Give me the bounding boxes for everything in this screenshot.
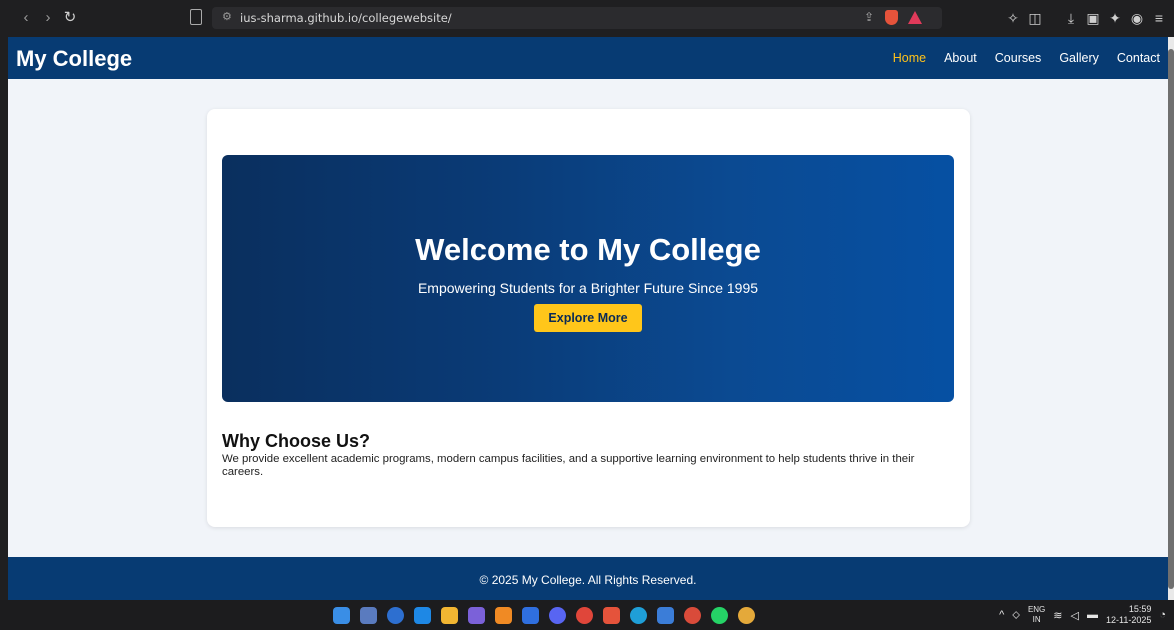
- lang-line2: IN: [1032, 615, 1041, 624]
- clock-time: 15:59: [1128, 604, 1152, 614]
- copilot-icon[interactable]: [468, 607, 485, 624]
- menu-icon[interactable]: ≡: [1150, 9, 1168, 27]
- chevron-up-icon[interactable]: ^: [999, 609, 1004, 621]
- discord-icon[interactable]: [549, 607, 566, 624]
- clock-date: 12-11-2025: [1105, 615, 1152, 625]
- scrollbar-thumb[interactable]: [1168, 49, 1174, 589]
- volume-icon[interactable]: ◁: [1071, 609, 1079, 622]
- why-choose-us-section: Why Choose Us? We provide excellent acad…: [222, 431, 952, 479]
- system-tray: ^ ⬦ ENG IN ≋ ◁ ▬ 15:59 12-11-2025 ◔: [999, 604, 1166, 626]
- site-header: My College Home About Courses Gallery Co…: [8, 37, 1168, 79]
- page-viewport: My College Home About Courses Gallery Co…: [8, 37, 1168, 600]
- url-text[interactable]: ius-sharma.github.io/collegewebsite/: [240, 11, 452, 25]
- address-bar[interactable]: ⚙ ius-sharma.github.io/collegewebsite/ ⇪: [212, 7, 942, 29]
- brave-rewards-icon[interactable]: [908, 11, 922, 24]
- chrome-icon[interactable]: [576, 607, 593, 624]
- nav-gallery[interactable]: Gallery: [1059, 51, 1099, 65]
- forward-icon[interactable]: ›: [40, 9, 56, 27]
- reload-icon[interactable]: ↻: [62, 9, 78, 27]
- extensions-icon[interactable]: ✧: [1004, 9, 1022, 27]
- dropbox-icon[interactable]: [522, 607, 539, 624]
- scrollbar[interactable]: [1168, 37, 1174, 600]
- language-indicator[interactable]: ENG IN: [1028, 605, 1045, 625]
- nav-contact[interactable]: Contact: [1117, 51, 1160, 65]
- battery-icon[interactable]: ▬: [1087, 609, 1098, 621]
- hero-subtitle: Empowering Students for a Brighter Futur…: [417, 280, 759, 296]
- taskbar-apps: [333, 607, 755, 624]
- brave-shields-icon[interactable]: [885, 10, 898, 25]
- chrome-dev-icon[interactable]: [738, 607, 755, 624]
- download-icon[interactable]: ⤓: [1062, 9, 1080, 27]
- chrome-canary-icon[interactable]: [684, 607, 701, 624]
- screenshot-icon[interactable]: ◫: [1026, 9, 1044, 27]
- clock[interactable]: 15:59 12-11-2025: [1106, 604, 1151, 626]
- why-heading: Why Choose Us?: [222, 431, 371, 451]
- site-footer: © 2025 My College. All Rights Reserved.: [8, 557, 1168, 600]
- bookmark-icon[interactable]: [190, 9, 202, 25]
- site-logo[interactable]: My College: [16, 46, 132, 72]
- leo-ai-icon[interactable]: ✦: [1106, 9, 1124, 27]
- hero-banner: Welcome to My College Empowering Student…: [222, 155, 954, 402]
- brave-icon[interactable]: [603, 607, 620, 624]
- site-info-icon[interactable]: ⚙: [222, 10, 232, 23]
- share-icon[interactable]: ⇪: [864, 10, 874, 24]
- vpn-icon[interactable]: ◉: [1128, 9, 1146, 27]
- search-icon[interactable]: [387, 607, 404, 624]
- app-icon[interactable]: [657, 607, 674, 624]
- back-icon[interactable]: ‹: [18, 9, 34, 27]
- browser-toolbar: ‹ › ↻ ⚙ ius-sharma.github.io/collegewebs…: [0, 0, 1174, 37]
- nav-about[interactable]: About: [944, 51, 977, 65]
- whatsapp-icon[interactable]: [711, 607, 728, 624]
- explore-more-button[interactable]: Explore More: [534, 304, 642, 332]
- dropbox-tray-icon[interactable]: ⬦: [1012, 609, 1020, 622]
- main-nav: Home About Courses Gallery Contact: [893, 51, 1160, 65]
- taskbar: ^ ⬦ ENG IN ≋ ◁ ▬ 15:59 12-11-2025 ◔: [0, 600, 1174, 630]
- footer-copyright: © 2025 My College. All Rights Reserved.: [479, 573, 697, 587]
- wifi-icon[interactable]: ≋: [1053, 609, 1062, 622]
- edge-icon[interactable]: [630, 607, 647, 624]
- hero-title: Welcome to My College: [415, 232, 761, 267]
- file-explorer-icon[interactable]: [441, 607, 458, 624]
- lang-line1: ENG: [1027, 605, 1046, 614]
- widgets-icon[interactable]: [360, 607, 377, 624]
- outlook-icon[interactable]: [414, 607, 431, 624]
- start-icon[interactable]: [333, 607, 350, 624]
- content-card: Welcome to My College Empowering Student…: [207, 109, 970, 527]
- notification-bell-icon[interactable]: ◔: [1159, 609, 1166, 621]
- nav-home[interactable]: Home: [893, 51, 926, 65]
- sidebar-icon[interactable]: ▣: [1084, 9, 1102, 27]
- why-text: We provide excellent academic programs, …: [222, 453, 915, 478]
- vlc-icon[interactable]: [495, 607, 512, 624]
- nav-courses[interactable]: Courses: [995, 51, 1042, 65]
